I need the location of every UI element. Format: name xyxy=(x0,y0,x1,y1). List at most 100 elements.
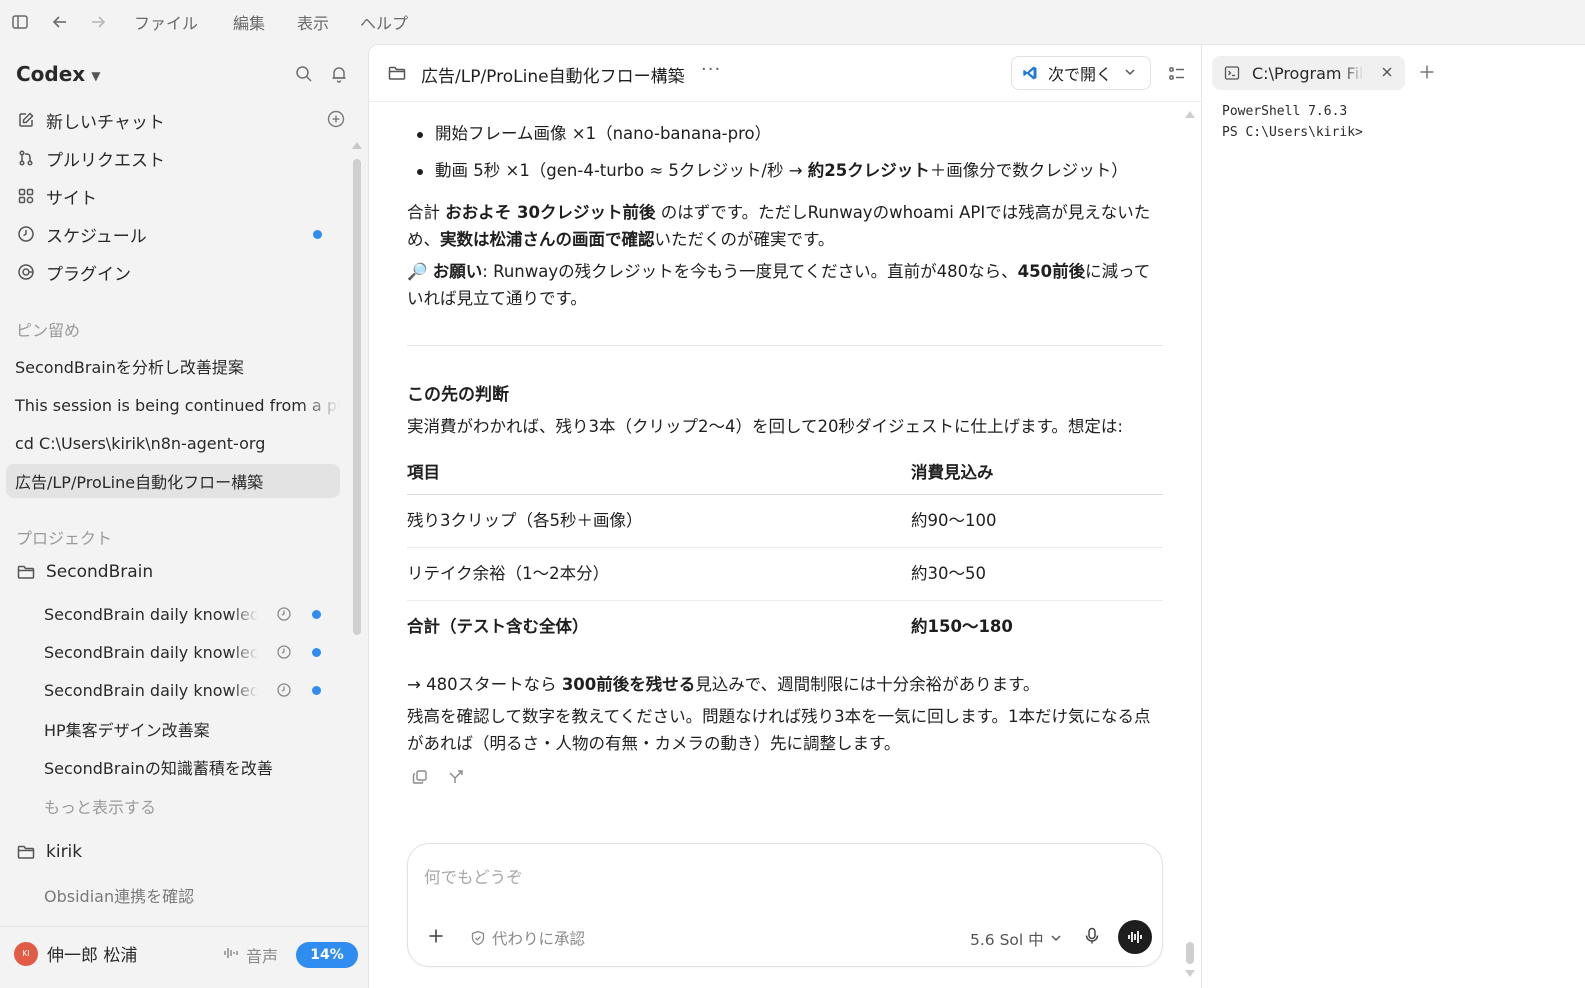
scroll-up-arrow[interactable] xyxy=(1185,111,1195,118)
project-secondbrain[interactable]: SecondBrain xyxy=(16,562,153,582)
waveform-icon xyxy=(222,944,240,966)
pinned-thread[interactable]: cd C:\Users\kirik\n8n-agent-org xyxy=(6,426,340,460)
thread-title: This session is being continued from a p… xyxy=(15,395,340,415)
pinned-section-label: ピン留め xyxy=(16,321,81,340)
sidebar-item-schedule[interactable]: スケジュール xyxy=(16,218,346,250)
clock-icon xyxy=(276,606,292,622)
microphone-icon[interactable] xyxy=(1082,926,1102,946)
divider xyxy=(407,345,1163,346)
model-selector[interactable]: 5.6 Sol 中 xyxy=(970,928,1062,950)
folder-icon xyxy=(16,562,36,582)
bell-icon[interactable] xyxy=(329,64,349,84)
project-kirik[interactable]: kirik xyxy=(16,842,82,862)
section-heading: この先の判断 xyxy=(407,385,509,405)
menu-file[interactable]: ファイル xyxy=(134,10,198,34)
app-name: Codex xyxy=(16,62,86,86)
copy-icon[interactable] xyxy=(411,767,429,785)
vscode-icon xyxy=(1022,65,1038,81)
project-name: SecondBrain xyxy=(46,562,154,582)
sidebar-item-label: プルリクエスト xyxy=(46,150,165,171)
thread-title: SecondBrain daily knowledge xyxy=(44,604,258,624)
menu-edit[interactable]: 編集 xyxy=(233,10,265,34)
magnifier-icon: 🔎 xyxy=(407,262,428,281)
menu-help[interactable]: ヘルプ xyxy=(360,10,408,34)
terminal-output[interactable]: PowerShell 7.6.3 PS C:\Users\kirik> xyxy=(1222,101,1363,143)
chat-scrollbar[interactable] xyxy=(1186,942,1194,964)
sidebar: Codex ▼ 新しいチャット プルリクエスト サイト スケジュール プラグイン… xyxy=(0,44,368,988)
thread-title: SecondBrain daily knowledge xyxy=(44,680,258,700)
sidebar-scrollbar[interactable] xyxy=(353,159,361,635)
table-row: 残り3クリップ（各5秒＋画像） 約90〜100 xyxy=(407,494,1163,548)
unread-dot xyxy=(312,648,321,657)
auto-approve-toggle[interactable]: 代わりに承認 xyxy=(470,927,585,949)
message-input[interactable]: 何でもどうぞ xyxy=(424,864,523,888)
pinned-thread-active[interactable]: 広告/LP/ProLine自動化フロー構築 xyxy=(6,464,340,498)
sidebar-item-new-chat[interactable]: 新しいチャット xyxy=(16,104,346,136)
terminal-prompt: PS C:\Users\kirik> xyxy=(1222,125,1363,140)
voice-mode-button[interactable] xyxy=(1118,920,1152,954)
table-cell: 約90〜100 xyxy=(911,494,1163,548)
voice-button[interactable]: 音声 xyxy=(222,943,278,967)
project-thread[interactable]: SecondBrainの知識蓄積を改善 xyxy=(44,752,344,782)
open-with-button[interactable]: 次で開く xyxy=(1011,56,1151,90)
chat-header: 広告/LP/ProLine自動化フロー構築 ··· 次で開く xyxy=(369,45,1201,102)
sidebar-item-pull-requests[interactable]: プルリクエスト xyxy=(16,142,346,174)
message-composer: 何でもどうぞ 代わりに承認 5.6 Sol 中 xyxy=(407,843,1163,967)
scroll-up-arrow[interactable] xyxy=(352,142,362,149)
terminal-icon xyxy=(1224,65,1240,81)
show-more-link[interactable]: もっと表示する xyxy=(44,794,156,818)
add-circle-icon[interactable] xyxy=(326,109,346,129)
fork-icon[interactable] xyxy=(447,767,465,785)
pinned-thread[interactable]: SecondBrainを分析し改善提案 xyxy=(6,349,340,383)
pinned-thread[interactable]: This session is being continued from a p… xyxy=(6,388,340,422)
voice-label: 音声 xyxy=(246,947,279,966)
thread-title: SecondBrainの知識蓄積を改善 xyxy=(44,759,273,778)
unread-dot xyxy=(313,230,322,239)
list-item: 開始フレーム画像 ×1（nano-banana-pro） xyxy=(417,120,1175,147)
checklist-icon[interactable] xyxy=(1167,64,1187,84)
sidebar-item-sites[interactable]: サイト xyxy=(16,180,346,212)
more-options-icon[interactable]: ··· xyxy=(701,59,721,80)
sidebar-item-plugins[interactable]: プラグイン xyxy=(16,256,346,288)
cost-table: 項目 消費見込み 残り3クリップ（各5秒＋画像） 約90〜100 リテイク余裕（… xyxy=(407,452,1163,653)
menu-view[interactable]: 表示 xyxy=(297,10,329,34)
app-switcher[interactable]: Codex ▼ xyxy=(16,62,100,86)
shield-icon xyxy=(470,930,486,946)
user-name: 伸一郎 松浦 xyxy=(47,946,138,966)
open-with-label: 次で開く xyxy=(1048,65,1113,84)
edit-icon xyxy=(16,110,36,130)
user-profile[interactable]: KI 伸一郎 松浦 xyxy=(14,941,137,966)
project-thread[interactable]: SecondBrain daily knowledge xyxy=(44,675,344,705)
back-arrow-icon[interactable] xyxy=(50,12,70,32)
project-thread[interactable]: Obsidian連携を確認 xyxy=(44,883,194,907)
column-header: 項目 xyxy=(407,452,911,495)
bullet-list: 開始フレーム画像 ×1（nano-banana-pro） 動画 5秒 ×1（ge… xyxy=(417,120,1175,194)
paragraph: 合計 おおよそ 30クレジット前後 のはずです。ただしRunwayのwhoami… xyxy=(407,203,1151,249)
attach-plus-icon[interactable] xyxy=(426,926,446,946)
table-cell: 約150〜180 xyxy=(911,617,1013,637)
thread-title: SecondBrainを分析し改善提案 xyxy=(15,358,244,377)
project-thread[interactable]: SecondBrain daily knowledge xyxy=(44,599,344,629)
unread-dot xyxy=(312,686,321,695)
waveform-icon xyxy=(1128,931,1142,943)
table-cell: リテイク余裕（1〜2本分） xyxy=(407,547,911,601)
avatar: KI xyxy=(14,941,38,966)
thread-title: 広告/LP/ProLine自動化フロー構築 xyxy=(15,473,264,492)
sidebar-toggle-icon[interactable] xyxy=(10,12,30,32)
thread-title: cd C:\Users\kirik\n8n-agent-org xyxy=(15,433,266,453)
table-cell: 残り3クリップ（各5秒＋画像） xyxy=(407,494,911,548)
thread-title: HP集客デザイン改善案 xyxy=(44,721,210,740)
terminal-tab[interactable]: C:\Program Files\PowerShell\7\pwsh.exe xyxy=(1212,56,1405,90)
forward-arrow-icon[interactable] xyxy=(88,12,108,32)
project-thread[interactable]: HP集客デザイン改善案 xyxy=(44,714,344,744)
scroll-down-arrow[interactable] xyxy=(1185,970,1195,977)
project-thread[interactable]: SecondBrain daily knowledge xyxy=(44,637,344,667)
table-cell: 約30〜50 xyxy=(911,547,1163,601)
usage-badge[interactable]: 14% xyxy=(296,942,358,968)
search-icon[interactable] xyxy=(294,64,314,84)
new-terminal-plus-icon[interactable] xyxy=(1418,63,1436,81)
sidebar-item-label: サイト xyxy=(46,188,97,209)
close-icon[interactable] xyxy=(1379,64,1395,80)
unread-dot xyxy=(312,610,321,619)
clock-icon xyxy=(276,682,292,698)
